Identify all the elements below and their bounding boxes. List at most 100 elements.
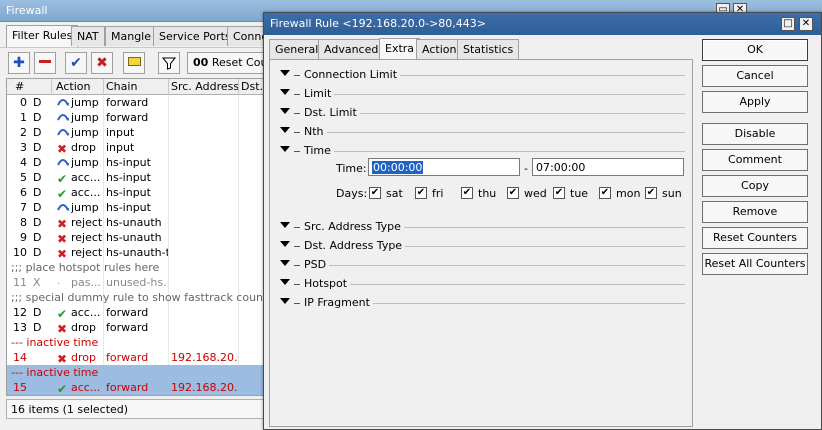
- tab-statistics[interactable]: Statistics: [457, 39, 520, 59]
- checkbox-checked-icon[interactable]: ✔: [599, 187, 611, 199]
- time-from-input[interactable]: 00:00:00: [368, 158, 520, 176]
- section-nth[interactable]: Nth: [280, 125, 685, 139]
- row-flag: D: [33, 126, 42, 139]
- comment-row[interactable]: --- inactive time: [7, 365, 264, 380]
- comment-row[interactable]: ;;; place hotspot rules here: [7, 260, 264, 275]
- time-to-input[interactable]: 07:00:00: [532, 158, 684, 176]
- close-icon[interactable]: ✕: [799, 17, 813, 31]
- table-row[interactable]: 10 D ✖rejecths-unauth-to: [7, 245, 264, 261]
- reset-all-counters-button[interactable]: Reset All Counters: [702, 253, 808, 275]
- collapse-triangle-icon[interactable]: [280, 89, 290, 95]
- day-label: mon: [616, 187, 641, 200]
- tab-filter-rules[interactable]: Filter Rules: [6, 25, 79, 47]
- section-src-address-type[interactable]: Src. Address Type: [280, 220, 685, 234]
- section-dst-limit[interactable]: Dst. Limit: [280, 106, 685, 120]
- column-header-action[interactable]: Action: [56, 80, 90, 93]
- tab-nat[interactable]: NAT: [71, 26, 105, 46]
- tab-action[interactable]: Action: [416, 39, 463, 59]
- column-header-dst-address[interactable]: Dst.: [241, 80, 263, 93]
- table-row[interactable]: 4 Djump hs-input: [7, 155, 264, 170]
- disable-button[interactable]: Disable: [702, 123, 808, 145]
- collapse-triangle-icon[interactable]: [280, 279, 290, 285]
- table-row[interactable]: 7 Djump hs-input: [7, 200, 264, 215]
- row-flag: D: [33, 231, 42, 244]
- collapse-triangle-icon[interactable]: [280, 70, 290, 76]
- apply-button[interactable]: Apply: [702, 91, 808, 113]
- tab-advanced[interactable]: Advanced: [318, 39, 385, 59]
- extra-tab-panel: Connection Limit Limit Dst. Limit Nth Time T…: [269, 59, 693, 427]
- row-chain: input: [106, 126, 135, 139]
- rule-titlebar[interactable]: Firewall Rule <192.168.20.0->80,443> □ ✕: [264, 13, 821, 35]
- time-to-value: 07:00:00: [536, 161, 586, 174]
- section-hotspot[interactable]: Hotspot: [280, 277, 685, 291]
- add-icon[interactable]: ✚: [8, 52, 30, 74]
- accept-icon: ✔: [57, 172, 68, 186]
- maximize-icon[interactable]: □: [781, 17, 795, 31]
- checkbox-checked-icon[interactable]: ✔: [369, 187, 381, 199]
- column-header-chain[interactable]: Chain: [106, 80, 137, 93]
- table-row[interactable]: 0 Djump forward: [7, 95, 264, 110]
- table-row[interactable]: 12 D ✔ acc... forward: [7, 305, 264, 321]
- comment-row[interactable]: --- inactive time: [7, 335, 264, 350]
- collapse-triangle-icon[interactable]: [280, 298, 290, 304]
- collapse-triangle-icon[interactable]: [280, 260, 290, 266]
- row-flag: D: [33, 246, 42, 259]
- disable-icon[interactable]: ✖: [91, 52, 113, 74]
- enable-icon[interactable]: ✔: [65, 52, 87, 74]
- table-row[interactable]: 13 D ✖ drop forward: [7, 320, 264, 336]
- collapse-triangle-icon[interactable]: [280, 146, 290, 152]
- comment-icon[interactable]: [123, 52, 145, 74]
- section-ip-fragment[interactable]: IP Fragment: [280, 296, 685, 310]
- table-row[interactable]: 11 X · pas... unused-hs...: [7, 275, 264, 290]
- remove-button[interactable]: Remove: [702, 201, 808, 223]
- table-row[interactable]: 15 ✔acc... forward 192.168.20.0: [7, 380, 264, 395]
- tab-general[interactable]: General: [269, 39, 325, 59]
- row-flag: D: [33, 156, 42, 169]
- table-row[interactable]: 14 ✖drop forward 192.168.20.0: [7, 350, 264, 366]
- table-header: # Action Chain Src. Address Dst.: [7, 79, 264, 95]
- filter-rules-table[interactable]: # Action Chain Src. Address Dst. 0 Djump f…: [6, 78, 265, 396]
- checkbox-checked-icon[interactable]: ✔: [415, 187, 427, 199]
- table-row[interactable]: 1 Djump forward: [7, 110, 264, 125]
- checkbox-checked-icon[interactable]: ✔: [553, 187, 565, 199]
- table-row[interactable]: 2 Djump input: [7, 125, 264, 140]
- remove-icon[interactable]: [34, 52, 56, 74]
- checkbox-checked-icon[interactable]: ✔: [645, 187, 657, 199]
- cancel-button[interactable]: Cancel: [702, 65, 808, 87]
- row-number: 9: [20, 231, 27, 244]
- collapse-triangle-icon[interactable]: [280, 127, 290, 133]
- section-limit[interactable]: Limit: [280, 87, 685, 101]
- collapse-triangle-icon[interactable]: [280, 108, 290, 114]
- row-chain: forward: [106, 381, 149, 394]
- reset-counters-button[interactable]: Reset Counters: [702, 227, 808, 249]
- row-number: 11: [13, 276, 27, 289]
- checkbox-checked-icon[interactable]: ✔: [507, 187, 519, 199]
- section-label: Connection Limit: [304, 68, 401, 81]
- section-time[interactable]: Time: [280, 144, 685, 158]
- tab-service-ports[interactable]: Service Ports: [153, 26, 237, 46]
- filter-icon[interactable]: [158, 52, 180, 74]
- comment-row[interactable]: ;;; special dummy rule to show fasttrack…: [7, 290, 264, 305]
- column-header-number[interactable]: #: [15, 80, 24, 93]
- copy-button[interactable]: Copy: [702, 175, 808, 197]
- tab-mangle[interactable]: Mangle: [105, 26, 158, 46]
- checkbox-checked-icon[interactable]: ✔: [461, 187, 473, 199]
- table-row[interactable]: 8 D ✖ reject hs-unauth: [7, 215, 264, 231]
- ok-button[interactable]: OK: [702, 39, 808, 61]
- comment-button[interactable]: Comment: [702, 149, 808, 171]
- tab-extra[interactable]: Extra: [379, 38, 421, 60]
- table-row[interactable]: 5 D ✔ acc... hs-input: [7, 170, 264, 186]
- row-action: jump: [71, 111, 99, 124]
- table-row[interactable]: 6 D ✔ acc... hs-input: [7, 185, 264, 201]
- reset-counters-button[interactable]: 00 Reset Counters: [187, 52, 265, 74]
- collapse-triangle-icon[interactable]: [280, 222, 290, 228]
- section-connection-limit[interactable]: Connection Limit: [280, 68, 685, 82]
- collapse-triangle-icon[interactable]: [280, 241, 290, 247]
- column-header-src-address[interactable]: Src. Address: [171, 80, 239, 93]
- table-row[interactable]: 3 D ✖ drop input: [7, 140, 264, 156]
- row-number: 13: [13, 321, 27, 334]
- section-dst-address-type[interactable]: Dst. Address Type: [280, 239, 685, 253]
- section-psd[interactable]: PSD: [280, 258, 685, 272]
- table-row[interactable]: 9 D ✖ reject hs-unauth: [7, 230, 264, 246]
- jump-icon: [57, 112, 69, 125]
